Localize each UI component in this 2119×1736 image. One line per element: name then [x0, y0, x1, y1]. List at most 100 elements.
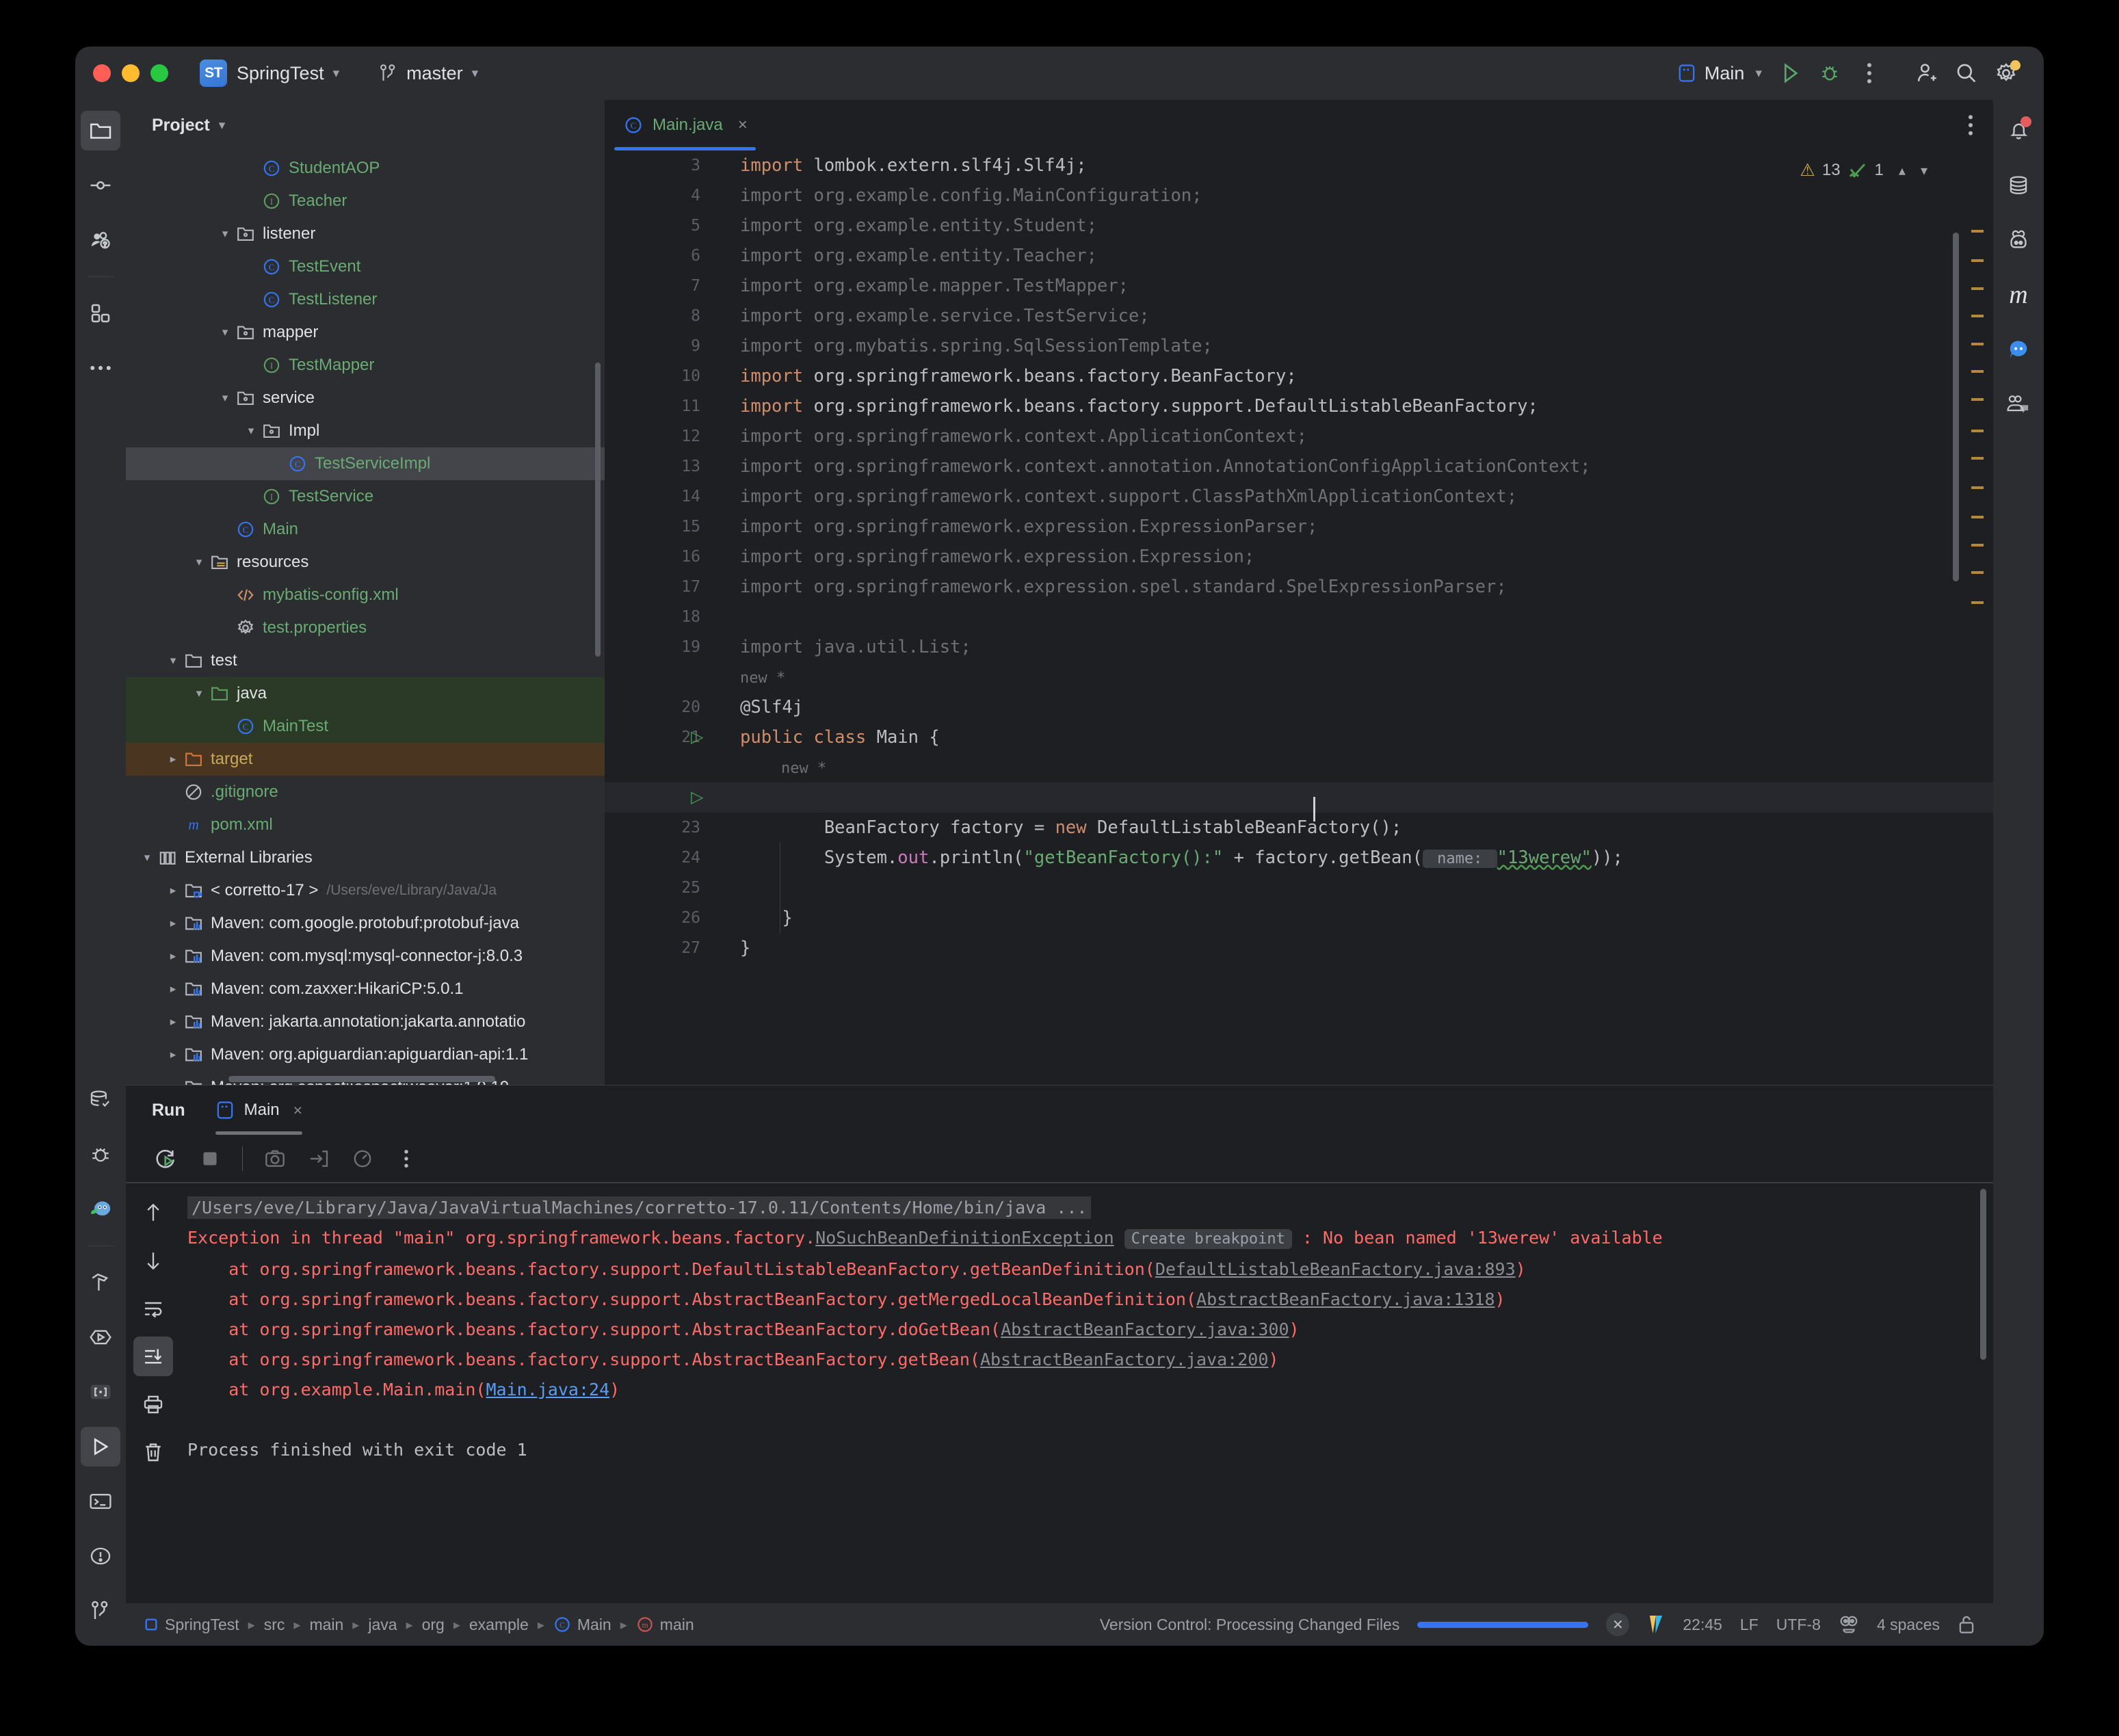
gutter-run-icon[interactable]: ▷ [691, 782, 703, 813]
soft-wrap-button[interactable] [133, 1289, 173, 1328]
file-encoding[interactable]: UTF-8 [1776, 1616, 1821, 1634]
error-stripe-marker[interactable] [1971, 259, 1984, 263]
tree-item-pom-xml[interactable]: m pom.xml [126, 808, 605, 841]
ai-assistant-button[interactable] [1999, 220, 2038, 260]
minimize-window-button[interactable] [122, 64, 140, 82]
right-sidebar-item-database[interactable] [1999, 166, 2038, 205]
chevron-right-icon[interactable]: ▸ [164, 1048, 182, 1062]
tree-item-maven-com-zaxxer-hikaricp-5-0-1[interactable]: ▸ Maven: com.zaxxer:HikariCP:5.0.1 [126, 973, 605, 1005]
error-stripe-marker[interactable] [1971, 397, 1984, 401]
project-tree[interactable]: C StudentAOP I Teacher ▾ listener C TestEvent C T… [126, 150, 605, 1085]
sidebar-item-services[interactable] [81, 1317, 120, 1357]
error-stripe-marker[interactable] [1971, 516, 1984, 519]
breadcrumb-item-java[interactable]: java [368, 1616, 397, 1634]
scroll-to-end-button[interactable] [133, 1337, 173, 1376]
run-more-button[interactable] [386, 1139, 426, 1179]
tree-item-studentaop[interactable]: C StudentAOP [126, 152, 605, 185]
sidebar-item-variables[interactable] [81, 1372, 120, 1412]
vcs-branch-icon[interactable] [1647, 1613, 1665, 1636]
tree-item-listener[interactable]: ▾ listener [126, 218, 605, 250]
run-button[interactable] [1770, 55, 1810, 92]
gutter-run-icon[interactable]: ▷ [691, 722, 703, 752]
error-stripe-marker[interactable] [1971, 229, 1984, 233]
import-button[interactable] [299, 1139, 339, 1179]
tree-item-maven-com-mysql-mysql-connector-j-8-0-3[interactable]: ▸ Maven: com.mysql:mysql-connector-j:8.0.… [126, 940, 605, 973]
tree-item-target[interactable]: ▸ target [126, 743, 605, 776]
sidebar-item-version-control[interactable] [81, 1591, 120, 1631]
error-stripe-marker[interactable] [1971, 457, 1984, 460]
search-button[interactable] [1947, 55, 1986, 92]
profiler-button[interactable] [343, 1139, 382, 1179]
tree-item-java[interactable]: ▾ java [126, 677, 605, 710]
add-user-button[interactable] [1907, 55, 1947, 92]
create-breakpoint-chip[interactable]: Create breakpoint [1124, 1229, 1292, 1249]
indent-setting[interactable]: 4 spaces [1877, 1616, 1940, 1634]
tree-item-testserviceimpl[interactable]: C TestServiceImpl [126, 447, 605, 480]
tree-item-resources[interactable]: ▾ resources [126, 546, 605, 579]
stack-frame-link[interactable]: Main.java:24 [486, 1380, 610, 1399]
sidebar-item-project[interactable] [81, 111, 120, 150]
chevron-down-icon[interactable]: ▾ [138, 851, 156, 865]
sidebar-item-pull-requests[interactable]: ? [81, 220, 120, 260]
stack-frame-link[interactable]: AbstractBeanFactory.java:1318 [1196, 1289, 1495, 1309]
tree-item-test-properties[interactable]: test.properties [126, 611, 605, 644]
maven-button[interactable]: m [1999, 275, 2038, 315]
error-stripe-marker[interactable] [1971, 429, 1984, 432]
sidebar-item-commit[interactable] [81, 166, 120, 205]
tree-item-gitignore[interactable]: .gitignore [126, 776, 605, 808]
chevron-right-icon[interactable]: ▸ [164, 884, 182, 897]
error-stripe-marker[interactable] [1971, 370, 1984, 373]
branch-selector[interactable]: master ▾ [372, 59, 485, 88]
project-panel-header[interactable]: Project ▾ [126, 100, 605, 150]
scroll-up-button[interactable] [133, 1193, 173, 1233]
inspection-icon[interactable] [1839, 1614, 1859, 1635]
breadcrumb-item-main[interactable]: main [309, 1616, 343, 1634]
chevron-down-icon[interactable]: ▾ [164, 654, 182, 668]
error-stripe-marker[interactable] [1971, 571, 1984, 575]
sidebar-item-problems[interactable] [81, 1536, 120, 1576]
rerun-button[interactable] [146, 1139, 186, 1179]
editor-code[interactable]: import lombok.extern.slf4j.Slf4j; import … [728, 150, 1993, 1085]
tree-item-maven-org-apiguardian-apiguardian-api-1-1[interactable]: ▸ Maven: org.apiguardian:apiguardian-api:… [126, 1038, 605, 1071]
breadcrumb-item-example[interactable]: example [469, 1616, 529, 1634]
editor-gutter[interactable]: 3456789101112131415161718192021▷22▷23242… [605, 150, 728, 1085]
chat-button[interactable] [1999, 330, 2038, 369]
tree-item-teacher[interactable]: I Teacher [126, 185, 605, 218]
error-stripe-markers[interactable] [1971, 198, 1984, 1085]
error-stripe-marker[interactable] [1971, 287, 1984, 290]
tree-item-external-libraries[interactable]: ▾ External Libraries [126, 841, 605, 874]
tree-item-maintest[interactable]: C MainTest [126, 710, 605, 743]
editor-tabs-more-button[interactable] [1967, 114, 1974, 137]
run-configuration-selector[interactable]: Main ▾ [1669, 60, 1770, 88]
code-analysis-widget[interactable]: ⚠ 13 1 ▴ ▾ [1800, 160, 1927, 181]
sidebar-item-build[interactable] [81, 1263, 120, 1302]
window-controls[interactable] [93, 64, 168, 82]
chevron-down-icon[interactable]: ▾ [190, 555, 208, 569]
run-console-output[interactable]: /Users/eve/Library/Java/JavaVirtualMachi… [181, 1183, 1993, 1603]
sidebar-item-more[interactable] [81, 348, 120, 388]
tree-item-corretto-17[interactable]: ▸ < corretto-17 > /Users/eve/Library/Java/… [126, 874, 605, 907]
error-stripe-marker[interactable] [1971, 543, 1984, 547]
chevron-up-icon[interactable]: ▴ [1899, 162, 1906, 179]
exception-class-link[interactable]: NoSuchBeanDefinitionException [815, 1228, 1114, 1248]
close-tab-icon[interactable]: × [738, 116, 748, 135]
tab-main-java[interactable]: C Main.java × [605, 100, 763, 150]
line-separator[interactable]: LF [1740, 1616, 1759, 1634]
error-stripe-marker[interactable] [1971, 315, 1984, 318]
console-scrollbar[interactable] [1980, 1189, 1986, 1360]
sidebar-item-spring[interactable] [81, 1189, 120, 1229]
screenshot-button[interactable] [255, 1139, 295, 1179]
close-run-tab-icon[interactable]: × [293, 1101, 302, 1120]
more-actions-button[interactable] [1850, 55, 1889, 92]
tree-item-service[interactable]: ▾ service [126, 382, 605, 415]
chevron-right-icon[interactable]: ▸ [164, 949, 182, 963]
tree-item-main[interactable]: C Main [126, 513, 605, 546]
sidebar-item-database[interactable] [81, 1080, 120, 1120]
code-with-me-button[interactable] [1999, 384, 2038, 424]
stack-frame-link[interactable]: DefaultListableBeanFactory.java:893 [1155, 1259, 1516, 1279]
sidebar-item-structure[interactable] [81, 293, 120, 333]
editor-vertical-scrollbar[interactable] [1953, 233, 1959, 581]
chevron-down-icon[interactable]: ▾ [216, 326, 234, 339]
breadcrumb-item-main[interactable]: C Main [553, 1616, 611, 1634]
lock-icon[interactable] [1958, 1614, 1975, 1635]
